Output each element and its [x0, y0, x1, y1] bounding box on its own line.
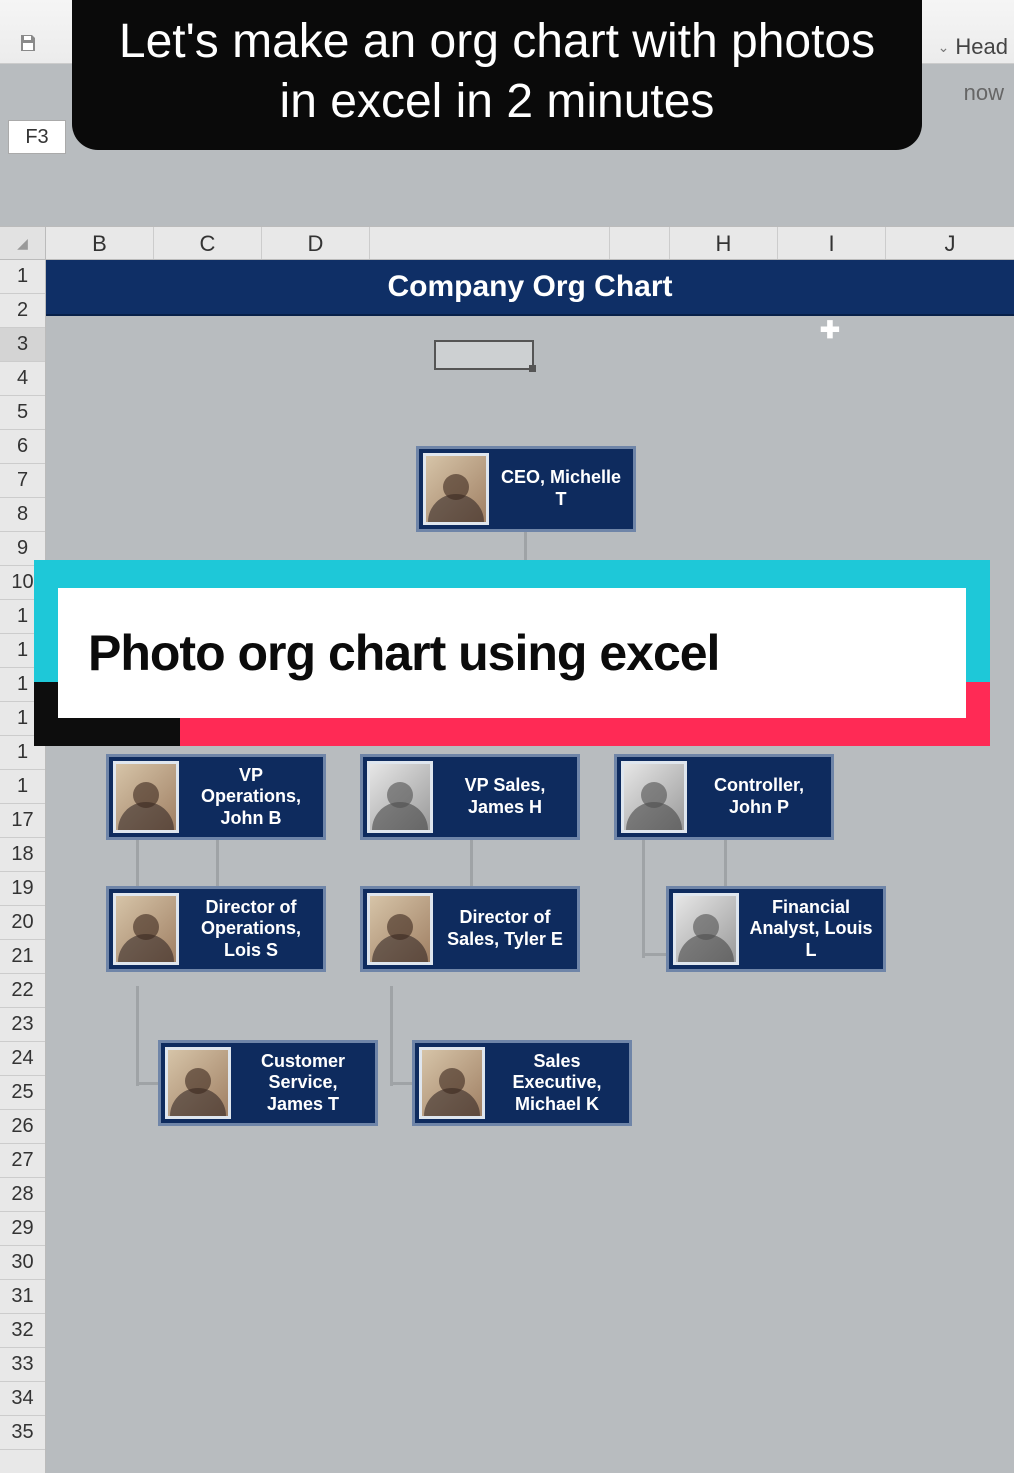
avatar [621, 761, 687, 833]
avatar [113, 761, 179, 833]
row-header[interactable]: 20 [0, 906, 45, 940]
column-header[interactable]: J [886, 227, 1014, 259]
row-header[interactable]: 28 [0, 1178, 45, 1212]
row-header[interactable]: 18 [0, 838, 45, 872]
org-connector [136, 986, 139, 1086]
row-header[interactable]: 5 [0, 396, 45, 430]
column-header[interactable] [610, 227, 670, 259]
row-header[interactable]: 29 [0, 1212, 45, 1246]
row-header[interactable]: 26 [0, 1110, 45, 1144]
org-node-cust-svc[interactable]: Customer Service, James T [158, 1040, 378, 1126]
row-header[interactable]: 3 [0, 328, 45, 362]
row-header[interactable]: 31 [0, 1280, 45, 1314]
row-header[interactable]: 32 [0, 1314, 45, 1348]
column-header[interactable]: H [670, 227, 778, 259]
org-node-vp-sales[interactable]: VP Sales, James H [360, 754, 580, 840]
row-header[interactable]: 7 [0, 464, 45, 498]
column-header[interactable]: I [778, 227, 886, 259]
sheet-title-bar: Company Org Chart [46, 260, 1014, 316]
column-header[interactable]: D [262, 227, 370, 259]
row-header[interactable]: 30 [0, 1246, 45, 1280]
row-header[interactable]: 2 [0, 294, 45, 328]
org-node-label: VP Sales, James H [441, 775, 569, 818]
avatar [113, 893, 179, 965]
video-caption-text: Let's make an org chart with photos in e… [119, 15, 875, 128]
row-header[interactable]: 25 [0, 1076, 45, 1110]
name-box[interactable]: F3 [8, 120, 66, 154]
panel-title-box: Photo org chart using excel [58, 588, 966, 718]
row-header[interactable]: 23 [0, 1008, 45, 1042]
cursor-icon: ✚ [820, 316, 840, 345]
sheet-title: Company Org Chart [387, 270, 672, 304]
org-node-label: VP Operations, John B [187, 765, 315, 830]
org-node-label: Controller, John P [695, 775, 823, 818]
org-node-dir-sales[interactable]: Director of Sales, Tyler E [360, 886, 580, 972]
column-header-row: ◢ B C D H I J [0, 226, 1014, 260]
org-connector [470, 838, 473, 888]
row-header[interactable]: 1 [0, 770, 45, 804]
row-header[interactable]: 19 [0, 872, 45, 906]
row-header[interactable]: 17 [0, 804, 45, 838]
avatar [367, 761, 433, 833]
ribbon-heading-dropdown[interactable]: ⌄ Head [938, 34, 1008, 60]
org-node-sales-exec[interactable]: Sales Executive, Michael K [412, 1040, 632, 1126]
title-panel: Photo org chart using excel [34, 560, 990, 746]
worksheet-canvas[interactable]: Company Org Chart ✚ CEO, Michelle T VP O… [46, 260, 1014, 1473]
row-header[interactable]: 8 [0, 498, 45, 532]
save-icon[interactable] [14, 32, 42, 54]
row-header[interactable]: 35 [0, 1416, 45, 1450]
column-header[interactable]: C [154, 227, 262, 259]
row-header[interactable]: 27 [0, 1144, 45, 1178]
select-all-corner[interactable]: ◢ [0, 227, 46, 259]
org-node-label: Financial Analyst, Louis L [747, 897, 875, 962]
org-connector [524, 530, 527, 560]
org-node-fin-analyst[interactable]: Financial Analyst, Louis L [666, 886, 886, 972]
org-node-label: CEO, Michelle T [497, 467, 625, 510]
org-node-controller[interactable]: Controller, John P [614, 754, 834, 840]
org-node-label: Customer Service, James T [239, 1051, 367, 1116]
org-connector [724, 838, 727, 888]
row-header-col: 1 2 3 4 5 6 7 8 9 10 1 1 1 1 1 1 17 18 1… [0, 260, 46, 1473]
avatar [673, 893, 739, 965]
org-node-label: Director of Sales, Tyler E [441, 907, 569, 950]
org-connector [642, 838, 645, 958]
row-header[interactable]: 4 [0, 362, 45, 396]
row-header[interactable]: 33 [0, 1348, 45, 1382]
row-header[interactable]: 24 [0, 1042, 45, 1076]
video-caption: Let's make an org chart with photos in e… [72, 0, 922, 150]
avatar [165, 1047, 231, 1119]
org-connector [390, 1082, 414, 1085]
row-header[interactable]: 34 [0, 1382, 45, 1416]
org-connector [136, 1082, 160, 1085]
row-header[interactable]: 6 [0, 430, 45, 464]
chevron-down-icon: ⌄ [938, 39, 950, 56]
column-header[interactable]: B [46, 227, 154, 259]
ribbon-heading-label: Head [955, 34, 1008, 60]
row-header[interactable]: 21 [0, 940, 45, 974]
org-node-dir-ops[interactable]: Director of Operations, Lois S [106, 886, 326, 972]
org-node-vp-ops[interactable]: VP Operations, John B [106, 754, 326, 840]
name-box-value: F3 [25, 126, 48, 149]
row-header[interactable]: 1 [0, 260, 45, 294]
ribbon-now-label: now [964, 80, 1004, 106]
active-cell-outline [434, 340, 534, 370]
org-connector [216, 838, 219, 888]
row-header[interactable]: 22 [0, 974, 45, 1008]
column-header[interactable] [370, 227, 610, 259]
panel-title-text: Photo org chart using excel [88, 624, 719, 682]
avatar [367, 893, 433, 965]
avatar [423, 453, 489, 525]
avatar [419, 1047, 485, 1119]
org-node-label: Sales Executive, Michael K [493, 1051, 621, 1116]
org-node-ceo[interactable]: CEO, Michelle T [416, 446, 636, 532]
org-connector [390, 986, 393, 1086]
org-node-label: Director of Operations, Lois S [187, 897, 315, 962]
